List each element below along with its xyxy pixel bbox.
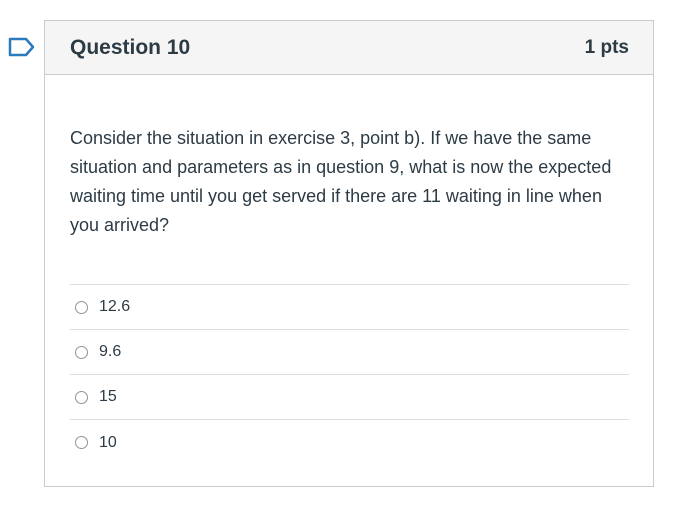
answer-option[interactable]: 12.6 bbox=[70, 285, 629, 330]
answer-label: 15 bbox=[99, 388, 117, 405]
question-header: Question 10 1 pts bbox=[45, 21, 653, 75]
flag-question-icon[interactable] bbox=[8, 37, 36, 57]
radio-button[interactable] bbox=[75, 300, 88, 314]
radio-button[interactable] bbox=[75, 436, 88, 449]
answer-option[interactable]: 9.6 bbox=[70, 330, 629, 375]
answer-label: 12.6 bbox=[99, 298, 131, 315]
question-body: Consider the situation in exercise 3, po… bbox=[45, 75, 653, 465]
question-title: Question 10 bbox=[70, 35, 191, 59]
answer-label: 9.6 bbox=[99, 343, 122, 360]
question-text: Consider the situation in exercise 3, po… bbox=[70, 128, 612, 235]
quiz-page: Question 10 1 pts Consider the situation… bbox=[0, 0, 700, 525]
answer-option[interactable]: 15 bbox=[70, 375, 629, 420]
radio-button[interactable] bbox=[75, 390, 88, 404]
question-card: Question 10 1 pts Consider the situation… bbox=[44, 20, 654, 487]
question-points: 1 pts bbox=[584, 36, 629, 58]
answer-label: 10 bbox=[99, 433, 117, 451]
answer-option[interactable]: 10 bbox=[70, 420, 629, 465]
answer-list: 12.6 9.6 15 10 bbox=[70, 284, 629, 465]
radio-button[interactable] bbox=[75, 345, 88, 359]
